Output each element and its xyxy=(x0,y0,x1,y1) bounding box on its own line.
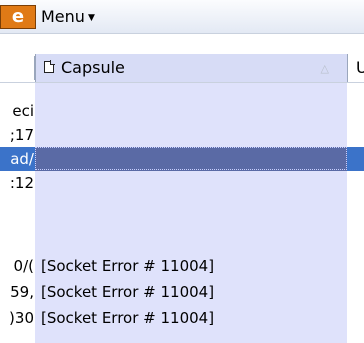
list-item[interactable]: 59, [Socket Error # 11004] xyxy=(0,280,364,304)
focus-rectangle xyxy=(35,147,347,170)
cell-partial: ad/ xyxy=(10,150,34,168)
list-item[interactable]: :12 xyxy=(0,171,364,195)
cell-partial: :12 xyxy=(9,174,34,192)
app-icon[interactable]: e xyxy=(0,5,36,29)
menu-label: Menu xyxy=(41,7,85,26)
list-item[interactable]: ;17 xyxy=(0,123,364,147)
cell-partial: ;17 xyxy=(9,126,34,144)
list-item[interactable] xyxy=(0,200,364,224)
menu-button[interactable]: Menu ▼ xyxy=(41,6,95,28)
column-header-capsule[interactable]: Capsule △ xyxy=(35,54,347,82)
column-header-capsule-label: Capsule xyxy=(61,58,125,77)
list-item[interactable]: )30 [Socket Error # 11004] xyxy=(0,306,364,330)
cell-partial: eci xyxy=(12,102,34,120)
column-header-row: Capsule △ U xyxy=(0,54,364,83)
cell-capsule: [Socket Error # 11004] xyxy=(41,309,215,327)
document-icon xyxy=(44,60,55,73)
column-header-next-label: U xyxy=(356,58,364,77)
chevron-down-icon: ▼ xyxy=(87,13,95,23)
menu-bar: e Menu ▼ xyxy=(0,0,364,34)
cell-capsule: [Socket Error # 11004] xyxy=(41,257,215,275)
list-item[interactable]: eci xyxy=(0,99,364,123)
list-item[interactable]: 0/( [Socket Error # 11004] xyxy=(0,254,364,278)
cell-partial: 59, xyxy=(10,283,34,301)
list-item-selected[interactable]: ad/ xyxy=(0,147,364,171)
cell-partial: )30 xyxy=(9,309,34,327)
column-header-next[interactable]: U xyxy=(347,54,364,82)
cell-partial: 0/( xyxy=(13,257,34,275)
cell-capsule: [Socket Error # 11004] xyxy=(41,283,215,301)
sort-ascending-icon: △ xyxy=(320,62,329,75)
